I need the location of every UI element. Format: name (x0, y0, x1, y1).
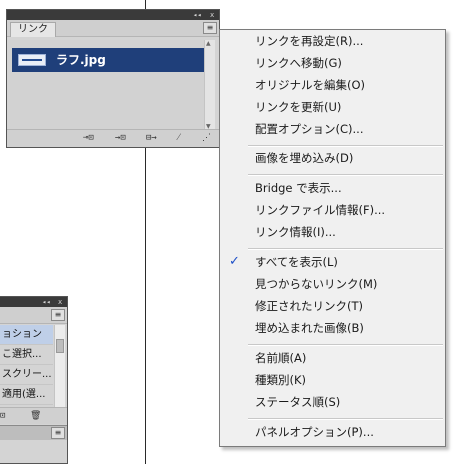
menu-item-modified-links[interactable]: 修正されたリンク(T) (220, 295, 445, 317)
panel2-list: ョション こ選択... スクリー... 適用(選... (0, 325, 53, 405)
menu-separator (248, 344, 443, 346)
panel2-tab-row: ≡ (0, 307, 67, 324)
panel2-titlebar[interactable]: ◂◂ x (0, 297, 67, 307)
scroll-thumb[interactable] (56, 339, 64, 353)
panel-tab-row: リンク ≡ (7, 20, 219, 37)
panel2-sub-menu-icon[interactable]: ≡ (51, 427, 65, 439)
close-icon[interactable]: x (58, 297, 62, 307)
panel-footer: ⊸⊡ →⊡ ⊟→ ⁄ ⋰ (7, 129, 219, 147)
menu-item-label: すべてを表示(L) (255, 255, 338, 269)
new-item-icon[interactable]: ⊡ (0, 410, 5, 422)
list-item[interactable]: 適用(選... (0, 385, 53, 405)
trash-icon[interactable]: 🗑 (30, 410, 41, 422)
tab-links[interactable]: リンク (10, 22, 56, 37)
collapse-icon[interactable]: ◂◂ (193, 10, 201, 20)
image-thumbnail-icon (18, 54, 46, 66)
panel-context-menu: リンクを再設定(R)... リンクへ移動(G) オリジナルを編集(O) リンクを… (219, 29, 446, 447)
close-icon[interactable]: x (210, 10, 214, 20)
edit-original-icon[interactable]: ⁄ (178, 132, 180, 144)
menu-separator (248, 174, 443, 176)
relink-icon[interactable]: ⊸⊡ (83, 132, 94, 144)
menu-item-sort-by-name[interactable]: 名前順(A) (220, 347, 445, 369)
menu-item-panel-options[interactable]: パネルオプション(P)... (220, 421, 445, 443)
vertical-scrollbar[interactable]: ▲ ▼ (204, 40, 215, 130)
menu-item-link-info[interactable]: リンク情報(I)... (220, 221, 445, 243)
list-item[interactable]: ラフ.jpg (12, 48, 204, 72)
update-link-icon[interactable]: ⊟→ (146, 132, 157, 144)
list-item[interactable]: スクリー... (0, 365, 53, 385)
menu-item-embed-image[interactable]: 画像を埋め込み(D) (220, 147, 445, 169)
checkmark-icon: ✓ (229, 254, 240, 269)
list-item[interactable]: ョション (0, 325, 53, 345)
menu-item-missing-links[interactable]: 見つからないリンク(M) (220, 273, 445, 295)
go-to-link-icon[interactable]: →⊡ (115, 132, 126, 144)
menu-item-embedded-images[interactable]: 埋め込まれた画像(B) (220, 317, 445, 339)
menu-separator (248, 418, 443, 420)
panel2-scrollbar[interactable] (54, 325, 65, 407)
menu-item-sort-by-status[interactable]: ステータス順(S) (220, 391, 445, 413)
menu-item-sort-by-type[interactable]: 種類別(K) (220, 369, 445, 391)
menu-item-update-link[interactable]: リンクを更新(U) (220, 96, 445, 118)
list-item[interactable]: こ選択... (0, 345, 53, 365)
link-name: ラフ.jpg (56, 53, 106, 67)
links-list: ラフ.jpg (10, 40, 205, 130)
menu-item-go-to-link[interactable]: リンクへ移動(G) (220, 52, 445, 74)
panel2-collapsed-tab[interactable]: ≡ (0, 425, 67, 440)
resize-grip-icon[interactable]: ⋰ (202, 132, 211, 144)
panel2-menu-icon[interactable]: ≡ (51, 309, 65, 321)
panel-titlebar[interactable]: ◂◂ x (7, 10, 219, 20)
menu-separator (248, 248, 443, 250)
menu-item-relink[interactable]: リンクを再設定(R)... (220, 30, 445, 52)
second-panel: ◂◂ x ≡ ョション こ選択... スクリー... 適用(選... ⊡ 🗑 ≡ (0, 296, 68, 464)
panel-menu-icon[interactable]: ≡ (203, 22, 217, 34)
menu-item-show-in-bridge[interactable]: Bridge で表示... (220, 177, 445, 199)
panel2-footer: ⊡ 🗑 (0, 407, 67, 424)
collapse-icon[interactable]: ◂◂ (42, 297, 50, 307)
menu-item-placement-options[interactable]: 配置オプション(C)... (220, 118, 445, 140)
menu-item-edit-original[interactable]: オリジナルを編集(O) (220, 74, 445, 96)
links-panel: ◂◂ x リンク ≡ ラフ.jpg ▲ ▼ ⊸⊡ →⊡ ⊟→ ⁄ ⋰ (6, 9, 220, 148)
menu-item-link-file-info[interactable]: リンクファイル情報(F)... (220, 199, 445, 221)
menu-item-show-all[interactable]: ✓ すべてを表示(L) (220, 251, 445, 273)
scroll-up-icon[interactable]: ▲ (206, 40, 211, 47)
